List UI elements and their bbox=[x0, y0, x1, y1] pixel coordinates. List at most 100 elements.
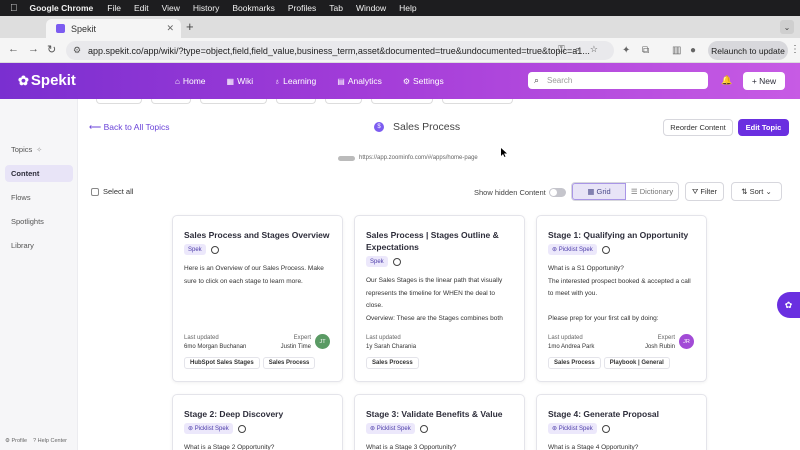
content-card[interactable]: Stage 4: Generate Proposal ⊛ Picklist Sp… bbox=[536, 394, 707, 450]
tag-chip[interactable]: Sales Process bbox=[262, 357, 316, 369]
card-title[interactable]: Stage 3: Validate Benefits & Value bbox=[366, 408, 516, 420]
show-hidden-toggle[interactable] bbox=[548, 188, 566, 197]
dictionary-view-button[interactable]: ☰ Dictionary bbox=[626, 183, 678, 200]
site-info-icon[interactable]: ⚙ bbox=[73, 45, 81, 56]
menu-tab[interactable]: Tab bbox=[329, 3, 343, 13]
card-badges: ⊛ Picklist Spek bbox=[366, 423, 428, 434]
menu-file[interactable]: File bbox=[107, 3, 121, 13]
search-input[interactable]: ⌕ Search bbox=[528, 72, 708, 89]
edit-topic-button[interactable]: Edit Topic bbox=[738, 119, 789, 136]
card-title[interactable]: Stage 1: Qualifying an Opportunity bbox=[548, 229, 698, 241]
filter-pill[interactable] bbox=[442, 99, 513, 104]
menu-view[interactable]: View bbox=[162, 3, 180, 13]
list-icon: ☰ bbox=[630, 187, 640, 196]
topic-source-url[interactable]: https://app.zoominfo.com/#/apps/home-pag… bbox=[338, 155, 478, 161]
select-all[interactable]: Select all bbox=[91, 187, 133, 196]
nav-settings[interactable]: ⚙ Settings bbox=[403, 76, 444, 86]
menu-window[interactable]: Window bbox=[356, 3, 386, 13]
grid-view-button[interactable]: ▦ Grid bbox=[572, 183, 626, 200]
globe-icon bbox=[237, 424, 246, 433]
card-expert: Expert Josh Rubin bbox=[644, 335, 675, 350]
reorder-content-button[interactable]: Reorder Content bbox=[663, 119, 733, 136]
back-arrow-icon[interactable]: ← bbox=[8, 43, 19, 55]
card-title[interactable]: Sales Process and Stages Overview bbox=[184, 229, 334, 241]
menu-help[interactable]: Help bbox=[399, 3, 416, 13]
topic-icon: $ bbox=[374, 122, 384, 132]
sidebar-item-topics[interactable]: Topics ✧ bbox=[5, 141, 73, 158]
notification-bell-icon[interactable]: 🔔 bbox=[721, 75, 732, 86]
new-button[interactable]: + New bbox=[743, 72, 785, 90]
url-bar[interactable]: ⚙ app.spekit.co/app/wiki/?type=object,fi… bbox=[66, 41, 614, 60]
tag-chip[interactable]: HubSpot Sales Stages bbox=[184, 357, 260, 369]
nav-learning[interactable]: ♁ Learning bbox=[274, 76, 316, 86]
profile-link[interactable]: ⚙ Profile bbox=[5, 438, 27, 444]
content-card[interactable]: Stage 3: Validate Benefits & Value ⊛ Pic… bbox=[354, 394, 525, 450]
filter-pill[interactable] bbox=[96, 99, 142, 104]
card-badges: ⊛ Picklist Spek bbox=[548, 244, 610, 255]
sidebar-item-library[interactable]: Library bbox=[5, 237, 73, 254]
sidebar-item-content[interactable]: Content bbox=[5, 165, 73, 182]
avatar[interactable]: JT bbox=[315, 334, 330, 349]
sort-button[interactable]: ⇅ Sort ⌄ bbox=[731, 182, 782, 201]
card-title[interactable]: Sales Process | Stages Outline & Expecta… bbox=[366, 229, 516, 253]
forward-arrow-icon[interactable]: → bbox=[28, 43, 39, 55]
filter-pill[interactable] bbox=[151, 99, 191, 104]
puzzle-icon[interactable]: ⧉ bbox=[642, 45, 649, 56]
key-icon[interactable]: ⚿ bbox=[558, 44, 565, 55]
tag-chip[interactable]: Sales Process bbox=[548, 357, 601, 369]
plus-icon: + bbox=[751, 76, 760, 86]
filter-pill[interactable] bbox=[325, 99, 362, 104]
filter-button[interactable]: ⛛ Filter bbox=[685, 182, 724, 201]
avatar[interactable]: JR bbox=[679, 334, 694, 349]
filter-pill[interactable] bbox=[200, 99, 267, 104]
spekit-assistant-tab[interactable]: ✿ bbox=[777, 292, 800, 318]
card-tags: Sales Process Playbook | General bbox=[548, 357, 670, 369]
bookmark-star-icon[interactable]: ☆ bbox=[590, 44, 598, 55]
back-to-topics-link[interactable]: ⟵ Back to All Topics bbox=[89, 122, 170, 133]
card-title[interactable]: Stage 2: Deep Discovery bbox=[184, 408, 334, 420]
help-center-link[interactable]: ? Help Center bbox=[33, 438, 67, 444]
menu-bookmarks[interactable]: Bookmarks bbox=[232, 3, 275, 13]
sidebar-footer: ⚙ Profile ? Help Center bbox=[5, 438, 67, 444]
reload-icon[interactable]: ↻ bbox=[47, 43, 56, 56]
nav-home[interactable]: ⌂ Home bbox=[175, 76, 206, 86]
card-tags: Sales Process bbox=[366, 357, 419, 369]
profile-icon[interactable]: ● bbox=[690, 45, 696, 56]
content-card[interactable]: Stage 1: Qualifying an Opportunity ⊛ Pic… bbox=[536, 215, 707, 382]
main-content: ⟵ Back to All Topics $ Sales Process Reo… bbox=[79, 99, 800, 450]
globe-icon bbox=[392, 257, 401, 266]
select-all-checkbox[interactable] bbox=[91, 187, 99, 196]
nav-analytics[interactable]: ▤ Analytics bbox=[337, 76, 382, 86]
new-tab-icon[interactable]: + bbox=[186, 19, 194, 34]
filter-pill[interactable] bbox=[276, 99, 316, 104]
browser-tab[interactable]: Spekit ✕ bbox=[46, 19, 181, 38]
close-tab-icon[interactable]: ✕ bbox=[166, 23, 174, 34]
show-hidden-content[interactable]: Show hidden Content bbox=[474, 188, 566, 197]
extension-icon[interactable]: ✦ bbox=[622, 45, 630, 56]
sidepanel-icon[interactable]: ▥ bbox=[672, 45, 681, 56]
menu-profiles[interactable]: Profiles bbox=[288, 3, 316, 13]
menu-history[interactable]: History bbox=[193, 3, 219, 13]
tab-search-icon[interactable]: ⌄ bbox=[780, 20, 794, 34]
sidebar-item-flows[interactable]: Flows bbox=[5, 189, 73, 206]
relaunch-button[interactable]: Relaunch to update bbox=[708, 41, 788, 60]
zoom-icon[interactable]: ⌕ bbox=[575, 44, 580, 55]
sidebar-item-spotlights[interactable]: Spotlights bbox=[5, 213, 73, 230]
nav-wiki[interactable]: ▦ Wiki bbox=[227, 76, 254, 86]
sidebar: Topics ✧ Content Flows Spotlights Librar… bbox=[0, 99, 78, 450]
browser-menu-icon[interactable]: ⋮ bbox=[790, 44, 800, 55]
filter-pill[interactable] bbox=[371, 99, 433, 104]
apple-icon[interactable]:  bbox=[10, 3, 18, 14]
tag-chip[interactable]: Sales Process bbox=[366, 357, 419, 369]
card-title[interactable]: Stage 4: Generate Proposal bbox=[548, 408, 698, 420]
picklist-icon: ⊛ bbox=[552, 247, 559, 253]
tag-chip[interactable]: Playbook | General bbox=[603, 357, 670, 369]
spekit-assistant-icon: ✿ bbox=[784, 299, 793, 310]
content-card[interactable]: Sales Process and Stages Overview Spek H… bbox=[172, 215, 343, 382]
content-card[interactable]: Sales Process | Stages Outline & Expecta… bbox=[354, 215, 525, 382]
spekit-logo[interactable]: ✿ Spekit bbox=[18, 72, 76, 89]
globe-icon bbox=[601, 245, 610, 254]
menu-edit[interactable]: Edit bbox=[134, 3, 149, 13]
content-card[interactable]: Stage 2: Deep Discovery ⊛ Picklist Spek … bbox=[172, 394, 343, 450]
menu-app-name[interactable]: Google Chrome bbox=[30, 3, 94, 13]
